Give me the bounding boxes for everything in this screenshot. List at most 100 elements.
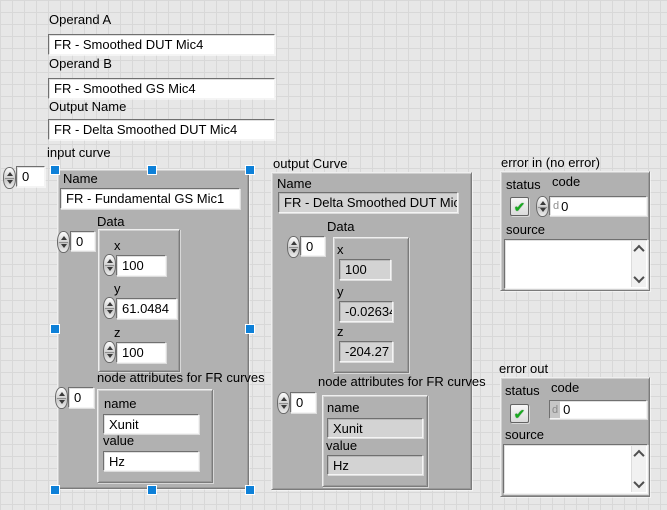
- scroll-down-button[interactable]: [632, 272, 645, 286]
- scroll-down-button[interactable]: [632, 477, 645, 491]
- input-data-index-input[interactable]: 0: [70, 231, 95, 251]
- error-in-status-button[interactable]: ✔: [510, 197, 529, 216]
- output-x-label: x: [337, 243, 344, 257]
- operand-b-label: Operand B: [49, 57, 112, 71]
- input-z-spinner[interactable]: [103, 341, 116, 363]
- error-in-code-label: code: [552, 175, 580, 189]
- scroll-up-button[interactable]: [632, 242, 645, 256]
- input-y-label: y: [114, 282, 121, 296]
- output-node-attributes-index-spinner[interactable]: [277, 392, 290, 414]
- input-attr-value-label: value: [103, 434, 134, 448]
- output-attr-value-indicator: Hz: [327, 455, 423, 475]
- selection-handle[interactable]: [246, 325, 254, 333]
- input-curve-label: input curve: [47, 146, 111, 160]
- error-out-code-value: 0: [563, 402, 570, 417]
- selection-handle[interactable]: [148, 166, 156, 174]
- radix-indicator: d: [553, 200, 559, 212]
- error-in-label: error in (no error): [501, 156, 600, 170]
- input-data-label: Data: [97, 215, 124, 229]
- increment-icon: [107, 259, 113, 263]
- selection-handle[interactable]: [246, 486, 254, 494]
- input-curve-index-input[interactable]: 0: [16, 166, 45, 187]
- input-data-index-spinner[interactable]: [57, 231, 70, 253]
- output-name-indicator-label: Name: [277, 177, 312, 191]
- increment-icon: [107, 302, 113, 306]
- error-in-code-spinner[interactable]: [536, 196, 549, 217]
- output-z-label: z: [337, 325, 344, 339]
- increment-icon: [107, 346, 113, 350]
- output-attr-name-indicator: Xunit: [327, 418, 423, 438]
- input-z-input[interactable]: 100: [116, 342, 166, 363]
- checkmark-icon: ✔: [514, 200, 526, 214]
- operand-a-input[interactable]: FR - Smoothed DUT Mic4: [48, 34, 275, 55]
- output-attr-value-label: value: [326, 439, 357, 453]
- error-out-status-indicator: ✔: [510, 404, 529, 423]
- operand-a-label: Operand A: [49, 13, 111, 27]
- selection-handle[interactable]: [51, 325, 59, 333]
- input-x-spinner[interactable]: [103, 254, 116, 276]
- chevron-down-icon: [633, 477, 644, 488]
- chevron-down-icon: [633, 272, 644, 283]
- output-y-label: y: [337, 285, 344, 299]
- chevron-up-icon: [633, 245, 644, 256]
- input-node-attributes-label: node attributes for FR curves: [97, 371, 265, 385]
- increment-icon: [281, 397, 287, 401]
- error-in-source-input[interactable]: [504, 239, 648, 289]
- output-attr-name-label: name: [327, 401, 360, 415]
- scroll-up-button[interactable]: [632, 447, 645, 461]
- labview-front-panel: Operand A FR - Smoothed DUT Mic4 Operand…: [0, 0, 667, 510]
- decrement-icon: [291, 249, 297, 253]
- input-name-label: Name: [63, 172, 98, 186]
- input-node-attributes-index-input[interactable]: 0: [68, 387, 94, 408]
- output-x-indicator: 100: [339, 259, 391, 280]
- decrement-icon: [107, 354, 113, 358]
- selection-handle[interactable]: [148, 486, 156, 494]
- decrement-icon: [107, 310, 113, 314]
- error-out-label: error out: [499, 362, 548, 376]
- output-node-attributes-label: node attributes for FR curves: [318, 375, 486, 389]
- output-data-index-input[interactable]: 0: [300, 236, 325, 256]
- radix-indicator: d: [550, 401, 560, 418]
- scrollbar[interactable]: [631, 446, 646, 492]
- selection-handle[interactable]: [51, 166, 59, 174]
- decrement-icon: [107, 267, 113, 271]
- input-attr-name-input[interactable]: Xunit: [103, 414, 199, 434]
- input-x-label: x: [114, 239, 121, 253]
- increment-icon: [7, 172, 13, 176]
- decrement-icon: [281, 405, 287, 409]
- error-in-code-input[interactable]: d 0: [549, 196, 647, 216]
- input-curve-index-spinner[interactable]: [3, 167, 16, 189]
- output-name-input[interactable]: FR - Delta Smoothed DUT Mic4: [48, 119, 275, 140]
- error-in-source-label: source: [506, 223, 545, 237]
- input-y-spinner[interactable]: [103, 297, 116, 319]
- chevron-up-icon: [633, 450, 644, 461]
- input-name-input[interactable]: FR - Fundamental GS Mic1: [60, 188, 240, 209]
- input-y-input[interactable]: 61.0484: [116, 298, 177, 319]
- scrollbar[interactable]: [631, 241, 646, 287]
- output-z-indicator: -204.27: [339, 341, 393, 362]
- error-out-source-indicator: [503, 444, 648, 494]
- error-in-status-label: status: [506, 178, 541, 192]
- increment-icon: [59, 392, 65, 396]
- error-out-source-label: source: [505, 428, 544, 442]
- increment-icon: [540, 201, 546, 205]
- input-x-input[interactable]: 100: [116, 255, 166, 276]
- output-data-index-spinner[interactable]: [287, 236, 300, 258]
- input-node-attributes-index-spinner[interactable]: [55, 387, 68, 409]
- decrement-icon: [59, 400, 65, 404]
- input-attr-value-input[interactable]: Hz: [103, 451, 199, 471]
- checkmark-icon: ✔: [514, 407, 526, 421]
- selection-handle[interactable]: [246, 166, 254, 174]
- decrement-icon: [7, 180, 13, 184]
- decrement-icon: [61, 244, 67, 248]
- error-out-code-label: code: [551, 381, 579, 395]
- selection-handle[interactable]: [51, 486, 59, 494]
- output-node-attributes-index-input[interactable]: 0: [290, 392, 316, 413]
- input-z-label: z: [114, 326, 121, 340]
- output-data-label: Data: [327, 220, 354, 234]
- increment-icon: [291, 241, 297, 245]
- output-name-indicator: FR - Delta Smoothed DUT Mic4: [278, 192, 458, 213]
- output-y-indicator: -0.02634: [339, 301, 393, 322]
- operand-b-input[interactable]: FR - Smoothed GS Mic4: [48, 78, 275, 99]
- error-out-code-indicator: d 0: [549, 400, 647, 419]
